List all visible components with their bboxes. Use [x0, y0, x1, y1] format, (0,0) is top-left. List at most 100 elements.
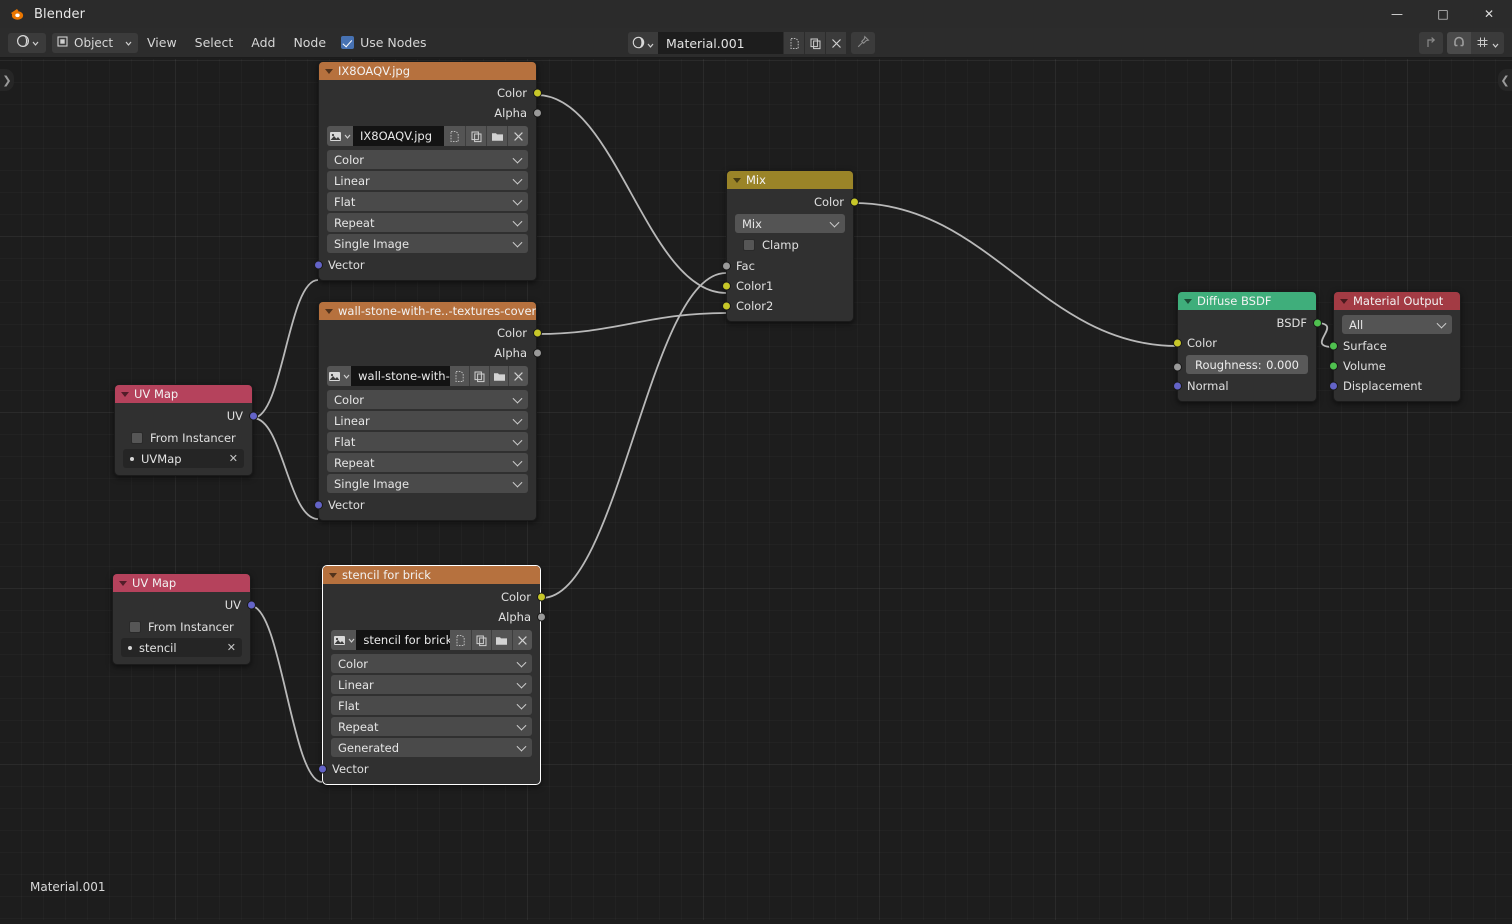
material-name-field[interactable]: Material.001: [658, 32, 783, 54]
node-header-tex-stencil[interactable]: stencil for brick: [323, 566, 540, 584]
texture-option-2[interactable]: Flat: [327, 432, 528, 451]
texture-option-4[interactable]: Single Image: [327, 474, 528, 493]
socket-in-vector[interactable]: [313, 500, 323, 510]
duplicate-icon[interactable]: [465, 126, 486, 146]
node-header-uvmap-bottom[interactable]: UV Map: [113, 574, 250, 592]
texture-option-1[interactable]: Linear: [327, 171, 528, 190]
shader-type-selector[interactable]: Object: [52, 32, 138, 53]
menu-view[interactable]: View: [138, 28, 186, 58]
snap-toggle-button[interactable]: [1447, 32, 1471, 54]
snap-target-selector[interactable]: [1471, 32, 1504, 54]
node-header-diffuse[interactable]: Diffuse BSDF: [1178, 292, 1316, 310]
socket-in-color2[interactable]: [721, 301, 731, 311]
unlink-x-icon[interactable]: [511, 630, 532, 650]
socket-out-color[interactable]: [532, 88, 542, 98]
socket-in-surface[interactable]: [1328, 341, 1338, 351]
use-nodes-toggle[interactable]: Use Nodes: [341, 35, 427, 50]
node-link[interactable]: [536, 94, 727, 294]
checkbox-box[interactable]: [743, 238, 755, 251]
texture-option-1[interactable]: Linear: [327, 411, 528, 430]
image-browse-icon[interactable]: [327, 126, 353, 146]
x-icon[interactable]: ✕: [227, 641, 236, 654]
duplicate-icon[interactable]: [469, 366, 489, 386]
menu-node[interactable]: Node: [284, 28, 335, 58]
texture-option-3[interactable]: Repeat: [327, 213, 528, 232]
socket-out-color[interactable]: [536, 592, 546, 602]
node-tex-wall[interactable]: wall-stone-with-re..-textures-cover.jpg C…: [313, 301, 542, 521]
folder-open-icon[interactable]: [486, 126, 507, 146]
socket-in-vector[interactable]: [317, 764, 327, 774]
collapse-triangle-icon[interactable]: [329, 572, 337, 578]
new-image-icon[interactable]: [449, 366, 470, 386]
node-link[interactable]: [541, 272, 727, 599]
collapse-triangle-icon[interactable]: [733, 177, 741, 183]
x-icon[interactable]: ✕: [229, 452, 238, 465]
node-diffuse[interactable]: Diffuse BSDF BSDF Color Roughness: 0.000 Norm…: [1172, 291, 1322, 402]
socket-out-bsdf[interactable]: [1312, 318, 1322, 328]
texture-option-0[interactable]: Color: [331, 654, 532, 673]
checkbox-box[interactable]: [131, 431, 143, 444]
uv-map-name-field[interactable]: UVMap ✕: [123, 449, 244, 468]
duplicate-material-button[interactable]: [804, 32, 825, 54]
collapse-triangle-icon[interactable]: [119, 580, 127, 586]
image-name-field[interactable]: wall-stone-with-..: [351, 366, 450, 386]
texture-option-0[interactable]: Color: [327, 390, 528, 409]
node-link[interactable]: [853, 202, 1178, 347]
socket-in-vector[interactable]: [313, 260, 323, 270]
menu-select[interactable]: Select: [186, 28, 243, 58]
socket-out-alpha[interactable]: [536, 612, 546, 622]
use-nodes-checkbox[interactable]: [341, 36, 355, 49]
new-image-icon[interactable]: [444, 126, 465, 146]
socket-in-roughness[interactable]: [1172, 362, 1182, 372]
texture-option-3[interactable]: Repeat: [331, 717, 532, 736]
socket-out-uv[interactable]: [248, 411, 258, 421]
socket-in-fac[interactable]: [721, 261, 731, 271]
go-to-parent-button[interactable]: [1419, 32, 1443, 54]
image-browse-icon[interactable]: [331, 630, 357, 650]
node-header-output[interactable]: Material Output: [1334, 292, 1460, 310]
node-output[interactable]: Material Output All Surface Volume Displacem…: [1328, 291, 1461, 402]
node-mix[interactable]: Mix Color Mix Clamp Fac Color1 Color2: [721, 170, 859, 322]
unlink-x-icon[interactable]: [508, 366, 528, 386]
checkbox-from-instancer[interactable]: From Instancer: [123, 428, 244, 447]
socket-out-uv[interactable]: [246, 600, 256, 610]
pin-button[interactable]: [851, 32, 875, 54]
node-editor-canvas[interactable]: ❯ ❮ UV Map UV From Instancer UVMap ✕ UV Map UV…: [0, 59, 1512, 920]
node-header-mix[interactable]: Mix: [727, 171, 853, 189]
socket-out-alpha[interactable]: [532, 348, 542, 358]
checkbox-box[interactable]: [129, 620, 141, 633]
open-sidebar-left-icon[interactable]: ❯: [0, 69, 14, 91]
minimize-button[interactable]: —: [1374, 0, 1420, 28]
node-header-tex-ix8[interactable]: IX8OAQV.jpg: [319, 62, 536, 80]
material-browse-button[interactable]: [628, 32, 658, 54]
image-name-field[interactable]: IX8OAQV.jpg: [353, 126, 444, 146]
node-tex-stencil[interactable]: stencil for brick Color Alpha stencil for b…: [317, 565, 546, 785]
socket-out-color[interactable]: [849, 197, 859, 207]
collapse-triangle-icon[interactable]: [325, 308, 333, 314]
image-name-field[interactable]: stencil for brick: [356, 630, 451, 650]
menu-add[interactable]: Add: [242, 28, 284, 58]
socket-in-normal[interactable]: [1172, 381, 1182, 391]
unlink-material-button[interactable]: [825, 32, 846, 54]
new-material-button[interactable]: [783, 32, 804, 54]
socket-out-color[interactable]: [532, 328, 542, 338]
texture-option-4[interactable]: Single Image: [327, 234, 528, 253]
collapse-triangle-icon[interactable]: [325, 68, 333, 74]
socket-in-color1[interactable]: [721, 281, 731, 291]
image-browse-icon[interactable]: [327, 366, 352, 386]
node-link[interactable]: [250, 605, 323, 783]
node-uvmap-top[interactable]: UV Map UV From Instancer UVMap ✕: [114, 384, 258, 476]
node-tex-ix8[interactable]: IX8OAQV.jpg Color Alpha IX8OAQV.jpg Color Lin…: [313, 61, 542, 281]
editor-type-selector[interactable]: [8, 32, 46, 53]
node-uvmap-bottom[interactable]: UV Map UV From Instancer stencil ✕: [112, 573, 256, 665]
folder-open-icon[interactable]: [488, 366, 509, 386]
uv-map-name-field[interactable]: stencil ✕: [121, 638, 242, 657]
collapse-triangle-icon[interactable]: [121, 391, 129, 397]
texture-option-2[interactable]: Flat: [331, 696, 532, 715]
collapse-triangle-icon[interactable]: [1184, 298, 1192, 304]
socket-in-displacement[interactable]: [1328, 381, 1338, 391]
output-target-dropdown[interactable]: All: [1342, 315, 1452, 334]
checkbox-from-instancer[interactable]: From Instancer: [121, 617, 242, 636]
roughness-value-row[interactable]: Roughness: 0.000: [1186, 355, 1308, 374]
texture-option-0[interactable]: Color: [327, 150, 528, 169]
